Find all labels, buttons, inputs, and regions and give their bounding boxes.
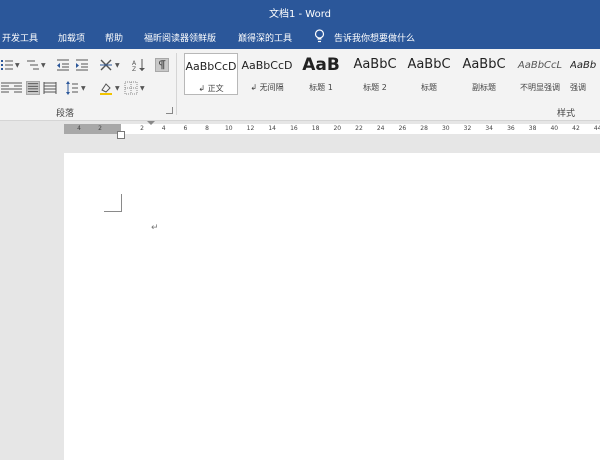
text-boundary-corner [104,194,122,212]
chinese-layout-icon[interactable] [99,58,113,72]
dialog-launcher-icon[interactable] [166,107,173,114]
tell-me-search[interactable]: 告诉我你想要做什么 [334,31,415,44]
ruler-label: 24 [376,125,385,132]
left-indent-marker[interactable] [117,131,125,139]
multilevel-list-dropdown[interactable]: ▼ [41,62,46,69]
multilevel-list-icon[interactable] [26,58,40,72]
ruler-label: 10 [224,125,233,132]
justify-icon[interactable] [26,81,40,95]
tab-help[interactable]: 帮助 [105,31,123,44]
ruler-label: 6 [183,125,188,132]
menu-bar: 开发工具 加载项 帮助 福昕阅读器领鲜版 巅得深的工具 告诉我你想要做什么 [0,24,600,49]
style-emphasis[interactable]: AaBb 强调 [570,53,600,95]
line-spacing-icon[interactable] [65,81,79,95]
style-normal[interactable]: AaBbCcD ↲ 正文 [184,53,238,95]
tab-addins[interactable]: 加载项 [58,31,85,44]
numbered-list-dropdown[interactable]: ▼ [15,62,20,69]
numbered-list-icon[interactable] [0,58,14,72]
ruler-label: 14 [268,125,276,132]
ruler-label: 4 [161,125,166,132]
style-subtle-emphasis[interactable]: AaBbCcL 不明显强调 [512,53,568,95]
ruler-label: 2 [98,125,102,132]
ruler-label: 30 [441,125,450,132]
style-no-spacing[interactable]: AaBbCcD ↲ 无间隔 [240,53,294,95]
style-heading-1[interactable]: AaB 标题 1 [296,53,346,95]
style-heading-2[interactable]: AaBbC 标题 2 [350,53,400,95]
tab-developer[interactable]: 开发工具 [2,31,38,44]
svg-text:Z: Z [132,66,136,72]
ruler-label: 18 [311,125,320,132]
shading-dropdown[interactable]: ▼ [115,85,120,92]
paragraph-mark: ↵ [151,223,159,233]
ruler-label: 4 [77,125,81,132]
borders-icon[interactable] [124,81,138,95]
ruler-label: 12 [246,125,255,132]
ruler-label: 28 [420,125,428,132]
ruler-label: 44 [593,125,600,132]
ruler-label: 38 [528,125,537,132]
tab-foxit-reader[interactable]: 福昕阅读器领鲜版 [144,31,216,44]
ruler-label: 20 [333,125,342,132]
increase-indent-icon[interactable] [75,58,89,72]
show-marks-icon[interactable] [155,58,169,72]
ruler-label: 36 [507,125,515,132]
ruler-label: 34 [485,125,493,132]
chinese-layout-dropdown[interactable]: ▼ [115,62,120,69]
shading-icon[interactable] [99,81,113,95]
ruler-label: 16 [290,125,298,132]
styles-group-label: 样式 [557,109,576,119]
distributed-icon[interactable] [43,81,57,95]
paragraph-group-label: 段落 [56,109,75,119]
sort-icon[interactable]: A Z [132,58,146,72]
decrease-indent-icon[interactable] [56,58,70,72]
group-divider [176,53,177,115]
ruler-label: 32 [463,125,472,132]
ruler-label: 22 [355,125,363,132]
document-page[interactable] [64,153,600,460]
lightbulb-icon[interactable] [314,29,325,43]
align-right-icon[interactable] [9,81,23,95]
first-line-indent-marker[interactable] [147,121,155,125]
ruler-label: 40 [550,125,559,132]
ruler-label: 26 [398,125,407,132]
ruler-label: 42 [572,125,580,132]
window-title: 文档1 - Word [268,9,332,20]
ruler-label: 2 [140,125,144,132]
tab-custom-tools[interactable]: 巅得深的工具 [238,31,292,44]
title-bar: 文档1 - Word [0,0,600,24]
line-spacing-dropdown[interactable]: ▼ [81,85,86,92]
style-title[interactable]: AaBbC 标题 [404,53,454,95]
ribbon: ▼ ▼ ▼ A Z ▼ ▼ ▼ 段落 样式 AaBbCcD ↲ 正文 AaBbC… [0,49,600,121]
borders-dropdown[interactable]: ▼ [140,85,145,92]
ruler-label: 8 [205,125,209,132]
style-subtitle[interactable]: AaBbC 副标题 [458,53,510,95]
